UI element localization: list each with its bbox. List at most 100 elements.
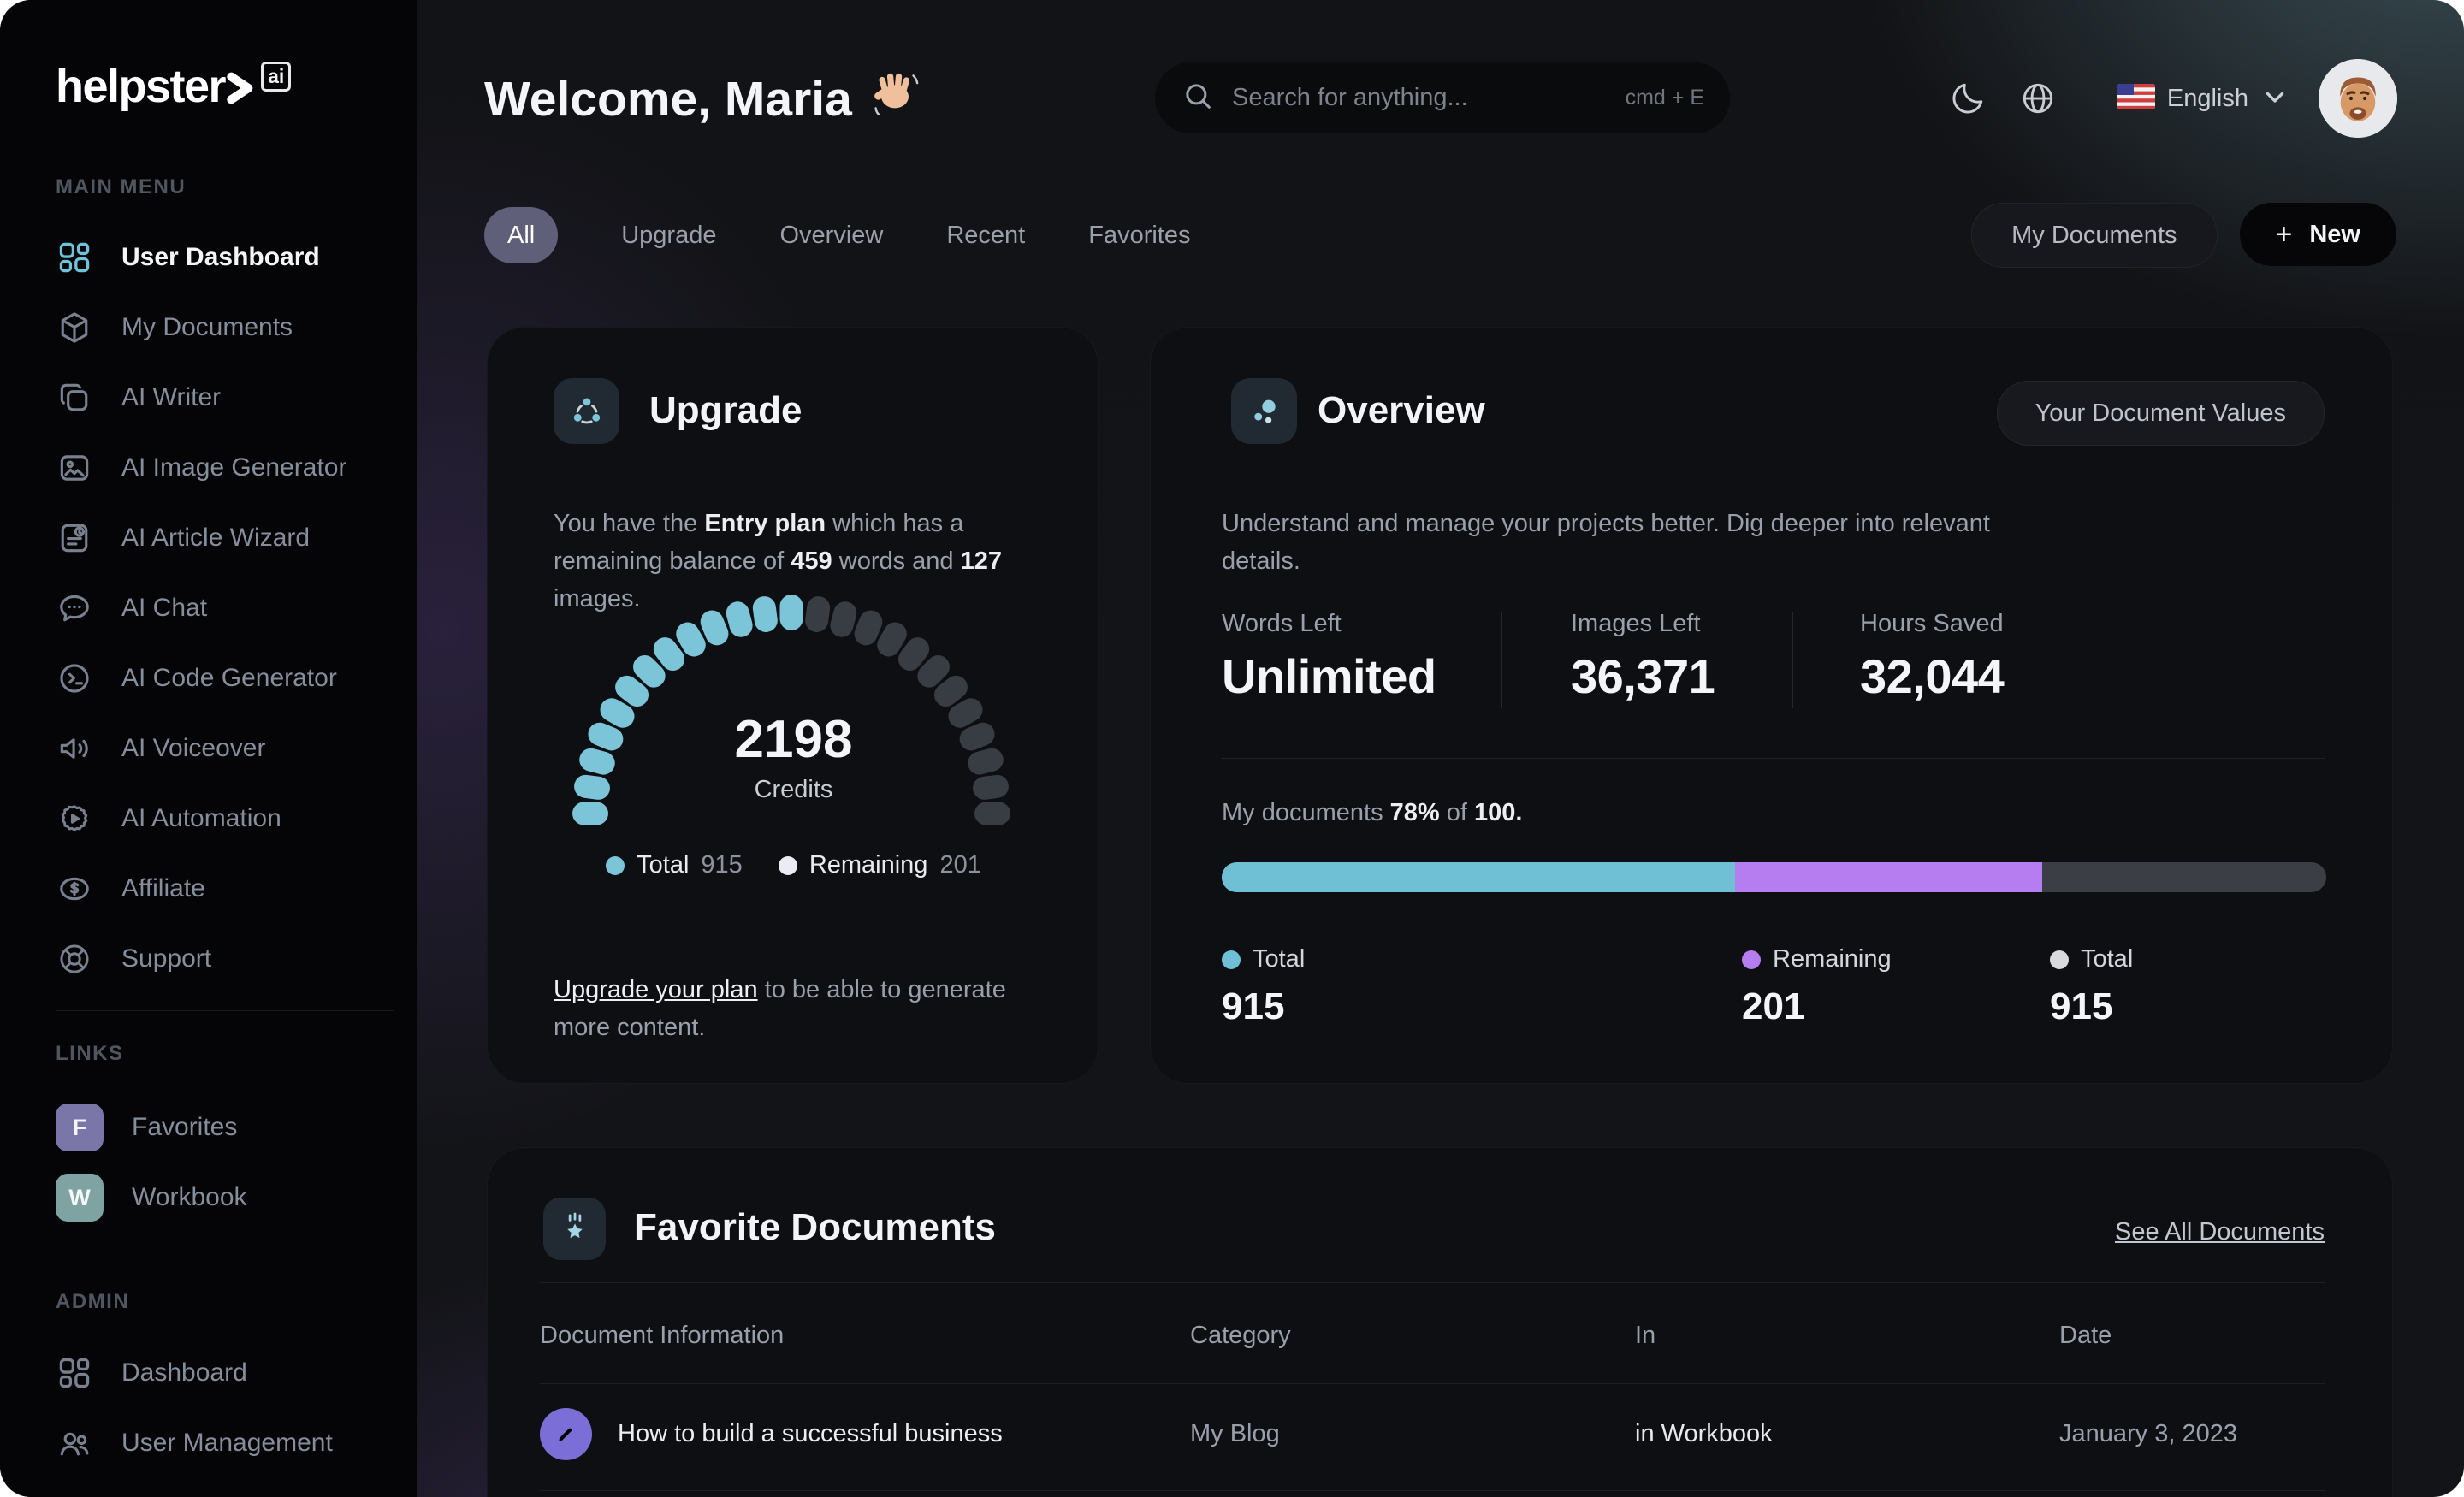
globe-language-icon[interactable] [2017, 78, 2058, 119]
sidebar-item-label: My Documents [121, 313, 293, 341]
progress-segment-total [1222, 862, 1736, 892]
legend-label: Total [637, 851, 690, 879]
search-input[interactable] [1230, 83, 1610, 113]
overview-card-title: Overview [1318, 389, 1485, 431]
sidebar-item-label: AI Writer [121, 383, 222, 411]
sidebar-item-affiliate[interactable]: Affiliate [56, 854, 394, 924]
sidebar-item-ai-chat[interactable]: AI Chat [56, 573, 394, 643]
sidebar-item-workbook[interactable]: W Workbook [56, 1163, 394, 1233]
shooting-star-icon [543, 1198, 606, 1260]
sidebar-item-label: AI Image Generator [121, 453, 347, 482]
column-header-document-information: Document Information [540, 1322, 785, 1349]
sidebar-item-support[interactable]: Support [56, 924, 394, 994]
my-documents-button[interactable]: My Documents [1971, 203, 2218, 268]
sidebar: helpster ai MAIN MENU User Dashboard My Do… [0, 0, 417, 1497]
tab-upgrade[interactable]: Upgrade [621, 222, 716, 250]
sidebar-item-ai-voiceover[interactable]: AI Voiceover [56, 713, 394, 784]
article-icon [56, 519, 93, 557]
see-all-documents-link[interactable]: See All Documents [2115, 1218, 2325, 1246]
documents-progress-bar [1222, 862, 2326, 892]
language-selector[interactable]: English [2117, 82, 2289, 115]
legend-value: 915 [2050, 985, 2113, 1027]
sidebar-item-label: AI Chat [121, 594, 208, 622]
sidebar-item-label: Support [121, 944, 212, 973]
overview-card: Overview Your Document Values Understand… [1150, 327, 2393, 1084]
sidebar-item-my-documents[interactable]: My Documents [56, 293, 394, 363]
upgrade-cta-text: Upgrade your plan to be able to generate… [554, 976, 1006, 1041]
dollar-icon [56, 870, 93, 908]
header-actions: English [1947, 59, 2397, 138]
sidebar-item-label: User Dashboard [121, 243, 320, 271]
wave-hand-icon [871, 68, 921, 130]
pen-icon [540, 1407, 592, 1460]
badge-f: F [56, 1104, 104, 1151]
logo-text: helpster [56, 61, 227, 112]
sidebar-item-label: Favorites [132, 1113, 238, 1141]
stat-hours-saved: Hours Saved 32,044 [1860, 610, 2005, 704]
overview-legend-1: Remaining 201 [1742, 945, 1892, 1028]
legend-label: Remaining [808, 851, 928, 879]
filter-tabs: All Upgrade Overview Recent Favorites [484, 207, 1191, 263]
legend-value: 915 [701, 851, 743, 879]
overview-divider [1222, 758, 2325, 759]
app-root: { "sidebar": { "logo": {"text": "helpste… [0, 0, 2464, 1497]
logo-ai-badge: ai [261, 62, 292, 92]
sidebar-item-ai-image-generator[interactable]: AI Image Generator [56, 433, 394, 503]
sidebar-item-label: AI Article Wizard [121, 524, 311, 552]
legend-label: Remaining [1773, 945, 1892, 973]
copy-icon [56, 379, 93, 417]
stat-value: 36,371 [1571, 649, 1715, 703]
plus-icon: + [2275, 217, 2293, 251]
sidebar-divider [56, 1010, 394, 1011]
sidebar-item-favorites[interactable]: F Favorites [56, 1092, 394, 1163]
language-label: English [2166, 84, 2248, 112]
tab-overview[interactable]: Overview [779, 222, 883, 250]
page-title: Welcome, Maria [484, 68, 921, 130]
sidebar-item-ai-automation[interactable]: AI Automation [56, 784, 394, 854]
stat-label: Images Left [1571, 610, 1701, 637]
sidebar-item-ai-writer[interactable]: AI Writer [56, 363, 394, 433]
tab-favorites[interactable]: Favorites [1088, 222, 1190, 250]
column-header-date: Date [2059, 1322, 2112, 1349]
toolbar-buttons: My Documents + New [1971, 203, 2396, 268]
sidebar-item-user-management[interactable]: User Management [56, 1408, 394, 1478]
table-row[interactable]: How to build a successful business My Blo… [540, 1394, 2325, 1473]
document-values-button[interactable]: Your Document Values [1996, 381, 2325, 446]
new-button[interactable]: + New [2239, 203, 2396, 266]
stat-value: Unlimited [1222, 649, 1436, 703]
upgrade-plan-link[interactable]: Upgrade your plan [554, 976, 758, 1003]
user-avatar[interactable] [2319, 59, 2397, 138]
favorite-documents-card: Favorite Documents See All Documents Doc… [487, 1147, 2393, 1497]
legend-item-remaining: Remaining 201 [778, 851, 981, 879]
column-header-category: Category [1190, 1322, 1291, 1349]
legend-dot [778, 855, 797, 875]
tab-recent[interactable]: Recent [946, 222, 1025, 250]
legend-dot [1222, 950, 1241, 969]
dashboard-icon [56, 239, 93, 276]
sidebar-item-ai-article-wizard[interactable]: AI Article Wizard [56, 503, 394, 573]
stat-images-left: Images Left 36,371 [1571, 610, 1715, 704]
legend-value: 201 [939, 851, 981, 879]
sidebar-item-user-dashboard[interactable]: User Dashboard [56, 222, 394, 293]
users-icon [56, 1424, 93, 1462]
logo-arrow-icon [227, 72, 254, 109]
tab-all[interactable]: All [484, 207, 559, 263]
sidebar-item-dashboard[interactable]: Dashboard [56, 1338, 394, 1408]
new-button-label: New [2309, 220, 2360, 248]
legend-value: 915 [1222, 985, 1285, 1027]
legend-label: Total [1253, 945, 1306, 973]
sidebar-item-ai-code-generator[interactable]: AI Code Generator [56, 643, 394, 713]
bubbles-icon [1231, 378, 1297, 444]
overview-description: Understand and manage your projects bett… [1222, 510, 1990, 575]
upgrade-card-title: Upgrade [649, 389, 803, 431]
stat-label: Hours Saved [1860, 610, 2004, 637]
document-date: January 3, 2023 [2059, 1419, 2237, 1447]
section-label: MAIN MENU [56, 175, 187, 198]
search-shortcut: cmd + E [1625, 86, 1704, 109]
us-flag-icon [2117, 83, 2155, 114]
gear-play-icon [56, 800, 93, 837]
legend-item-total: Total 915 [606, 851, 743, 879]
logo[interactable]: helpster ai [56, 60, 394, 116]
upgrade-card: Upgrade You have the Entry plan which ha… [487, 327, 1099, 1084]
dark-mode-moon-icon[interactable] [1947, 78, 1988, 119]
